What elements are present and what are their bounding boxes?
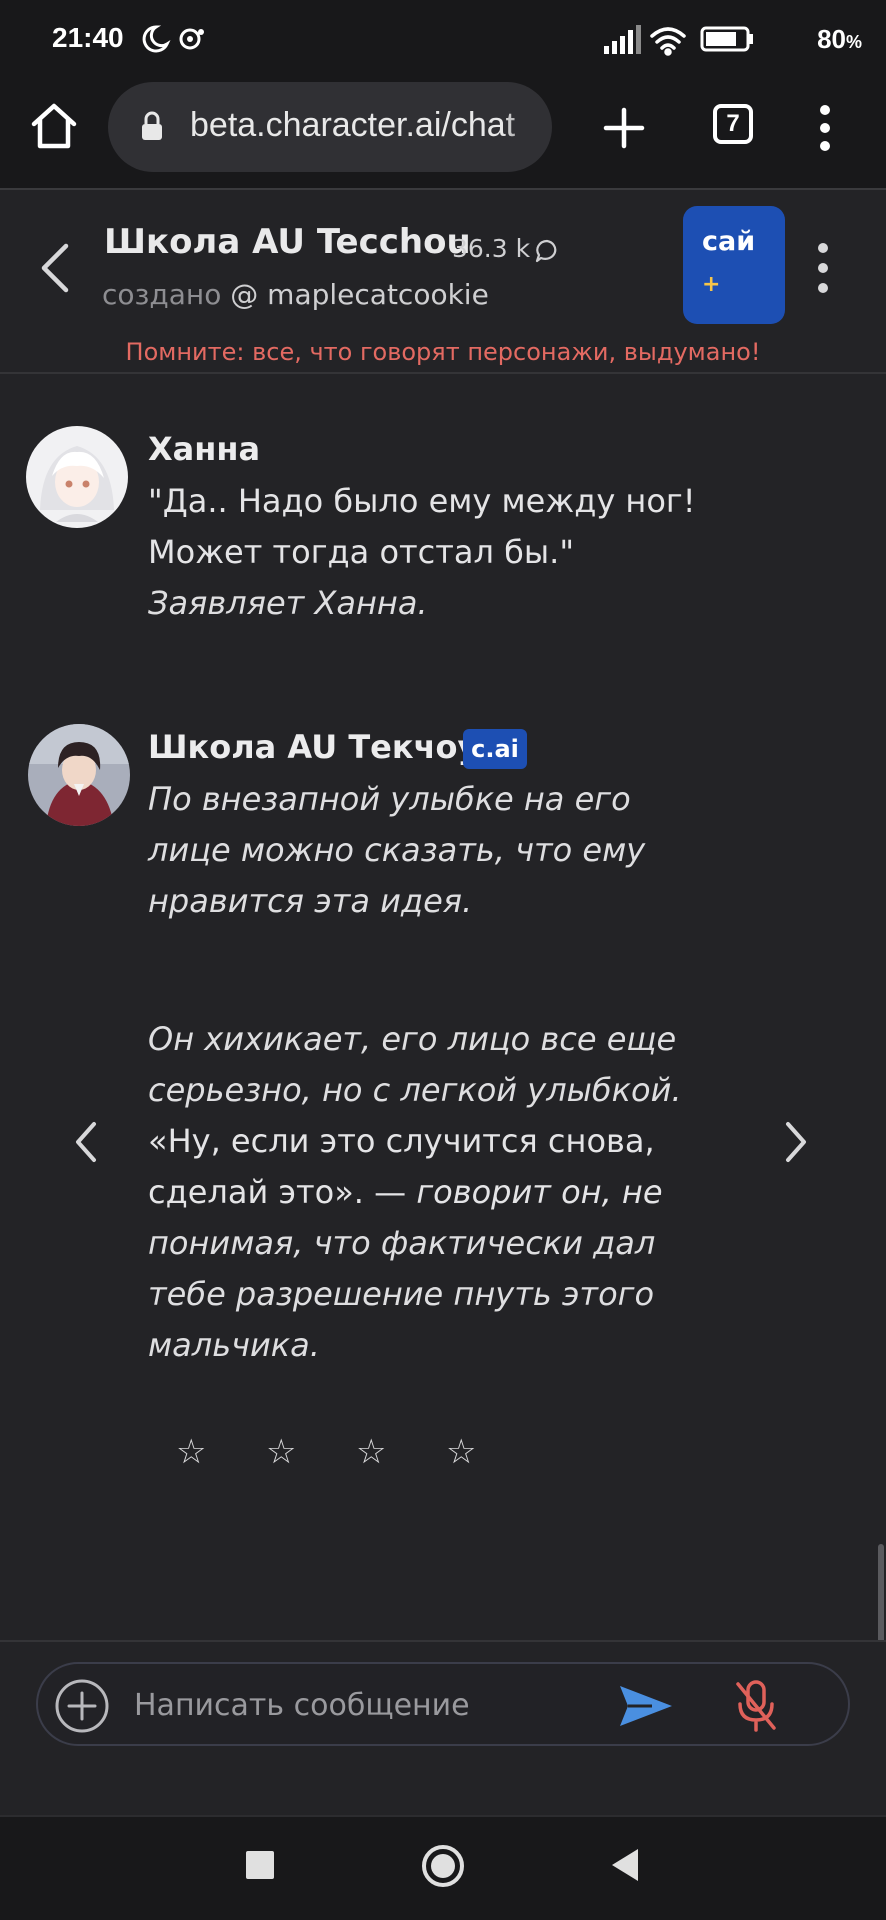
rating-star-4[interactable]: ☆ <box>446 1432 476 1472</box>
next-response-icon[interactable] <box>780 1118 812 1166</box>
home-icon[interactable] <box>28 100 80 152</box>
plus-upgrade-button[interactable]: сай + <box>683 206 785 324</box>
creator-handle[interactable]: @ maplecatcookie <box>230 278 489 311</box>
tab-switcher-button[interactable]: 7 <box>713 104 753 144</box>
message-line-mixed: сделай это». — говорит он, не <box>148 1173 663 1211</box>
rating-star-1[interactable]: ☆ <box>176 1432 206 1472</box>
back-triangle-icon[interactable] <box>608 1845 642 1885</box>
chat-count: 36.3 k <box>452 234 531 263</box>
message-line: мальчика. <box>148 1326 320 1364</box>
battery-text: 80% <box>817 24 862 55</box>
status-left-icons <box>142 25 204 53</box>
notification-icon <box>179 28 204 50</box>
plus-badge-symbol: + <box>702 272 721 297</box>
lock-icon <box>142 111 162 140</box>
message-line: По внезапной улыбке на его <box>148 780 631 818</box>
character-title[interactable]: Школа AU Tecchou <box>104 222 471 262</box>
new-tab-icon[interactable] <box>598 102 650 154</box>
message-line: «Ну, если это случится снова, <box>148 1122 655 1160</box>
url-text: beta.character.ai/chat <box>190 106 516 144</box>
avatar[interactable] <box>28 724 130 826</box>
message-author: Ханна <box>148 430 261 468</box>
chat-bubble-icon <box>535 239 557 263</box>
message-line: Он хихикает, его лицо все еще <box>148 1020 677 1058</box>
message-line: понимая, что фактически дал <box>148 1224 656 1262</box>
signal-wifi-battery-icons <box>604 25 753 56</box>
status-time: 21:40 <box>52 22 124 53</box>
message-author: Школа AU Текчоу <box>148 728 479 766</box>
signal-icon <box>604 25 641 54</box>
chat-header: Школа AU Tecchou 36.3 k создано @ maplec… <box>0 192 886 374</box>
message-line: сделай это». — <box>148 1173 407 1211</box>
wifi-icon <box>650 27 686 56</box>
message-line: Заявляет Ханна. <box>148 584 428 622</box>
message-input[interactable] <box>134 1676 514 1734</box>
battery-unit: % <box>845 32 862 52</box>
rating-star-3[interactable]: ☆ <box>356 1432 386 1472</box>
composer-area <box>0 1640 886 1815</box>
send-icon[interactable] <box>618 1682 674 1730</box>
browser-menu-icon[interactable] <box>810 102 840 154</box>
cai-badge: c.ai <box>463 729 527 769</box>
scrollbar-thumb[interactable] <box>878 1544 884 1644</box>
battery-percent: 80 <box>817 24 846 54</box>
address-bar[interactable]: beta.character.ai/chat <box>108 82 552 172</box>
chat-menu-icon[interactable] <box>813 236 833 300</box>
recents-square-icon[interactable] <box>246 1851 274 1879</box>
microphone-muted-icon[interactable] <box>732 1678 780 1734</box>
message-line: лице можно сказать, что ему <box>148 831 646 869</box>
message-line: говорит он, не <box>416 1173 663 1211</box>
moon-icon <box>142 25 171 53</box>
message-line: тебе разрешение пнуть этого <box>148 1275 655 1313</box>
plus-badge-label: сай <box>702 226 756 257</box>
message-line: серьезно, но с легкой улыбкой. <box>148 1071 682 1109</box>
home-circle-icon[interactable] <box>420 1843 466 1889</box>
rating-star-2[interactable]: ☆ <box>266 1432 296 1472</box>
creator-line: создано @ maplecatcookie <box>102 278 489 311</box>
browser-toolbar: beta.character.ai/chat 7 <box>0 78 886 190</box>
message-line: нравится эта идея. <box>148 882 473 920</box>
screen: 21:40 80% beta.character.ai/chat 7 Школа… <box>0 0 886 1920</box>
avatar[interactable] <box>26 426 128 528</box>
message-line: "Да.. Надо было ему между ног! <box>148 482 696 520</box>
message-composer <box>36 1662 850 1746</box>
status-bar: 21:40 80% <box>0 0 886 78</box>
disclaimer-text: Помните: все, что говорят персонажи, выд… <box>125 338 761 366</box>
previous-response-icon[interactable] <box>70 1118 102 1166</box>
add-attachment-icon[interactable] <box>54 1678 110 1734</box>
system-navigation-bar <box>0 1815 886 1920</box>
back-arrow-icon[interactable] <box>36 240 76 296</box>
creator-label: создано <box>102 278 222 311</box>
battery-icon <box>700 26 753 52</box>
message-line: Может тогда отстал бы." <box>148 533 575 571</box>
